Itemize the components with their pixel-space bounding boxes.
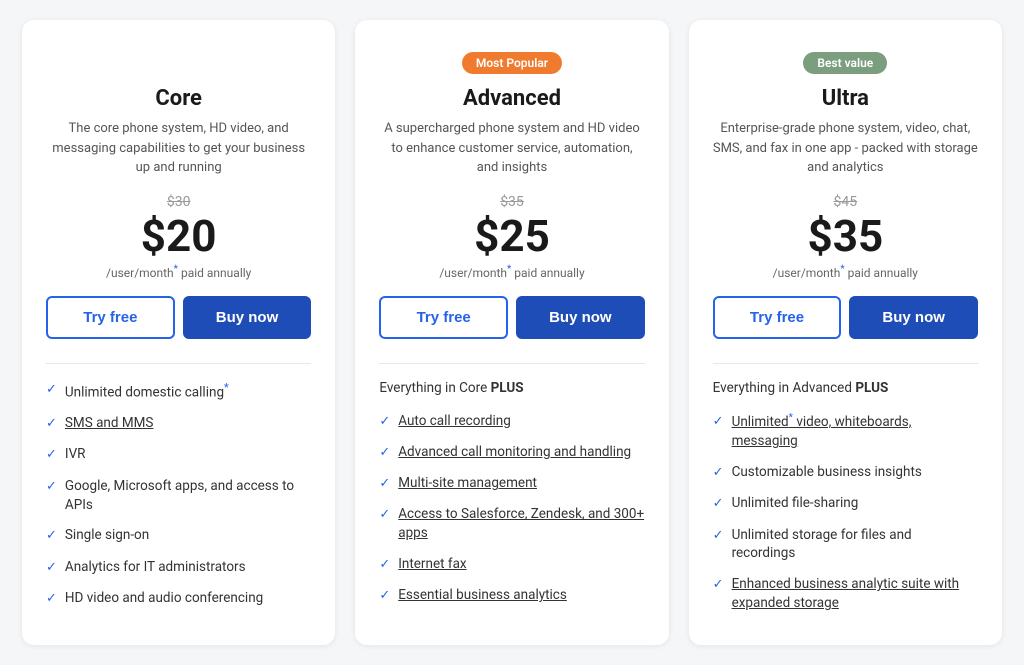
feature-text: Unlimited domestic calling* xyxy=(65,380,229,402)
plan-desc-advanced: A supercharged phone system and HD video… xyxy=(379,119,644,178)
list-item: ✓ Auto call recording xyxy=(379,412,644,431)
original-price-advanced: $35 xyxy=(379,194,644,210)
badge-advanced: Most Popular xyxy=(462,52,562,74)
check-icon: ✓ xyxy=(379,556,390,574)
list-item: ✓ Unlimited* video, whiteboards, messagin… xyxy=(713,412,978,451)
feature-list-core: ✓ Unlimited domestic calling* ✓ SMS and MMS… xyxy=(46,380,311,608)
list-item: ✓ Analytics for IT administrators xyxy=(46,558,311,577)
feature-list-advanced: ✓ Auto call recording ✓ Advanced call monit… xyxy=(379,412,644,606)
feature-text: Single sign-on xyxy=(65,526,149,545)
list-item: ✓ Access to Salesforce, Zendesk, and 300+… xyxy=(379,505,644,543)
price-section-core: $30 $20/user/month* paid annually xyxy=(46,194,311,280)
list-item: ✓ IVR xyxy=(46,445,311,464)
feature-text: HD video and audio conferencing xyxy=(65,589,263,608)
try-free-button-ultra[interactable]: Try free xyxy=(713,296,842,339)
pricing-card-advanced: Most Popular Advanced A supercharged phone… xyxy=(355,20,668,645)
feature-text: Essential business analytics xyxy=(398,586,567,605)
pricing-card-core: Core The core phone system, HD video, and… xyxy=(22,20,335,645)
check-icon: ✓ xyxy=(379,444,390,462)
list-item: ✓ Unlimited file-sharing xyxy=(713,494,978,513)
badge-area-core xyxy=(46,48,311,78)
feature-text: Analytics for IT administrators xyxy=(65,558,246,577)
plan-name-core: Core xyxy=(46,86,311,111)
check-icon: ✓ xyxy=(379,475,390,493)
price-detail-core: /user/month* paid annually xyxy=(46,264,311,280)
list-item: ✓ Advanced call monitoring and handling xyxy=(379,443,644,462)
plan-name-advanced: Advanced xyxy=(379,86,644,111)
plan-name-ultra: Ultra xyxy=(713,86,978,111)
check-icon: ✓ xyxy=(713,527,724,545)
current-price-core: $20 xyxy=(46,212,311,260)
original-price-ultra: $45 xyxy=(713,194,978,210)
try-free-button-advanced[interactable]: Try free xyxy=(379,296,508,339)
price-detail-ultra: /user/month* paid annually xyxy=(713,264,978,280)
list-item: ✓ Google, Microsoft apps, and access to A… xyxy=(46,477,311,515)
check-icon: ✓ xyxy=(46,415,57,433)
check-icon: ✓ xyxy=(379,413,390,431)
current-price-ultra: $35 xyxy=(713,212,978,260)
feature-text: Google, Microsoft apps, and access to AP… xyxy=(65,477,311,515)
pricing-card-ultra: Best value Ultra Enterprise-grade phone sy… xyxy=(689,20,1002,645)
feature-text: Internet fax xyxy=(398,555,466,574)
price-section-ultra: $45 $35/user/month* paid annually xyxy=(713,194,978,280)
btn-group-ultra: Try freeBuy now xyxy=(713,296,978,339)
btn-group-core: Try freeBuy now xyxy=(46,296,311,339)
feature-text: Access to Salesforce, Zendesk, and 300+ … xyxy=(398,505,644,543)
feature-list-ultra: ✓ Unlimited* video, whiteboards, messagin… xyxy=(713,412,978,613)
divider-advanced xyxy=(379,363,644,364)
list-item: ✓ Unlimited storage for files and recordi… xyxy=(713,526,978,564)
feature-text: Auto call recording xyxy=(398,412,511,431)
check-icon: ✓ xyxy=(46,446,57,464)
feature-text: Advanced call monitoring and handling xyxy=(398,443,631,462)
check-icon: ✓ xyxy=(46,381,57,399)
check-icon: ✓ xyxy=(713,413,724,431)
current-price-advanced: $25 xyxy=(379,212,644,260)
list-item: ✓ Essential business analytics xyxy=(379,586,644,605)
check-icon: ✓ xyxy=(713,576,724,594)
buy-now-button-advanced[interactable]: Buy now xyxy=(516,296,645,339)
feature-text: Unlimited* video, whiteboards, messaging xyxy=(732,412,978,451)
list-item: ✓ Enhanced business analytic suite with e… xyxy=(713,575,978,613)
badge-area-ultra: Best value xyxy=(713,48,978,78)
check-icon: ✓ xyxy=(713,464,724,482)
list-item: ✓ Customizable business insights xyxy=(713,463,978,482)
list-item: ✓ Internet fax xyxy=(379,555,644,574)
check-icon: ✓ xyxy=(46,527,57,545)
buy-now-button-ultra[interactable]: Buy now xyxy=(849,296,978,339)
divider-core xyxy=(46,363,311,364)
badge-ultra: Best value xyxy=(803,52,887,74)
feature-text: IVR xyxy=(65,445,86,464)
plan-desc-core: The core phone system, HD video, and mes… xyxy=(46,119,311,178)
feature-text: SMS and MMS xyxy=(65,414,154,433)
list-item: ✓ HD video and audio conferencing xyxy=(46,589,311,608)
plan-desc-ultra: Enterprise-grade phone system, video, ch… xyxy=(713,119,978,178)
list-item: ✓ Single sign-on xyxy=(46,526,311,545)
feature-text: Multi-site management xyxy=(398,474,537,493)
price-section-advanced: $35 $25/user/month* paid annually xyxy=(379,194,644,280)
list-item: ✓ Multi-site management xyxy=(379,474,644,493)
badge-area-advanced: Most Popular xyxy=(379,48,644,78)
plus-line-advanced: Everything in Core PLUS xyxy=(379,380,644,396)
original-price-core: $30 xyxy=(46,194,311,210)
check-icon: ✓ xyxy=(379,506,390,524)
check-icon: ✓ xyxy=(46,590,57,608)
feature-text: Unlimited storage for files and recordin… xyxy=(732,526,978,564)
list-item: ✓ SMS and MMS xyxy=(46,414,311,433)
plus-line-ultra: Everything in Advanced PLUS xyxy=(713,380,978,396)
divider-ultra xyxy=(713,363,978,364)
feature-text: Customizable business insights xyxy=(732,463,922,482)
btn-group-advanced: Try freeBuy now xyxy=(379,296,644,339)
check-icon: ✓ xyxy=(379,587,390,605)
check-icon: ✓ xyxy=(46,559,57,577)
price-detail-advanced: /user/month* paid annually xyxy=(379,264,644,280)
feature-text: Enhanced business analytic suite with ex… xyxy=(732,575,978,613)
buy-now-button-core[interactable]: Buy now xyxy=(183,296,312,339)
feature-text: Unlimited file-sharing xyxy=(732,494,859,513)
check-icon: ✓ xyxy=(713,495,724,513)
check-icon: ✓ xyxy=(46,478,57,496)
try-free-button-core[interactable]: Try free xyxy=(46,296,175,339)
list-item: ✓ Unlimited domestic calling* xyxy=(46,380,311,402)
pricing-container: Core The core phone system, HD video, and… xyxy=(22,20,1002,645)
